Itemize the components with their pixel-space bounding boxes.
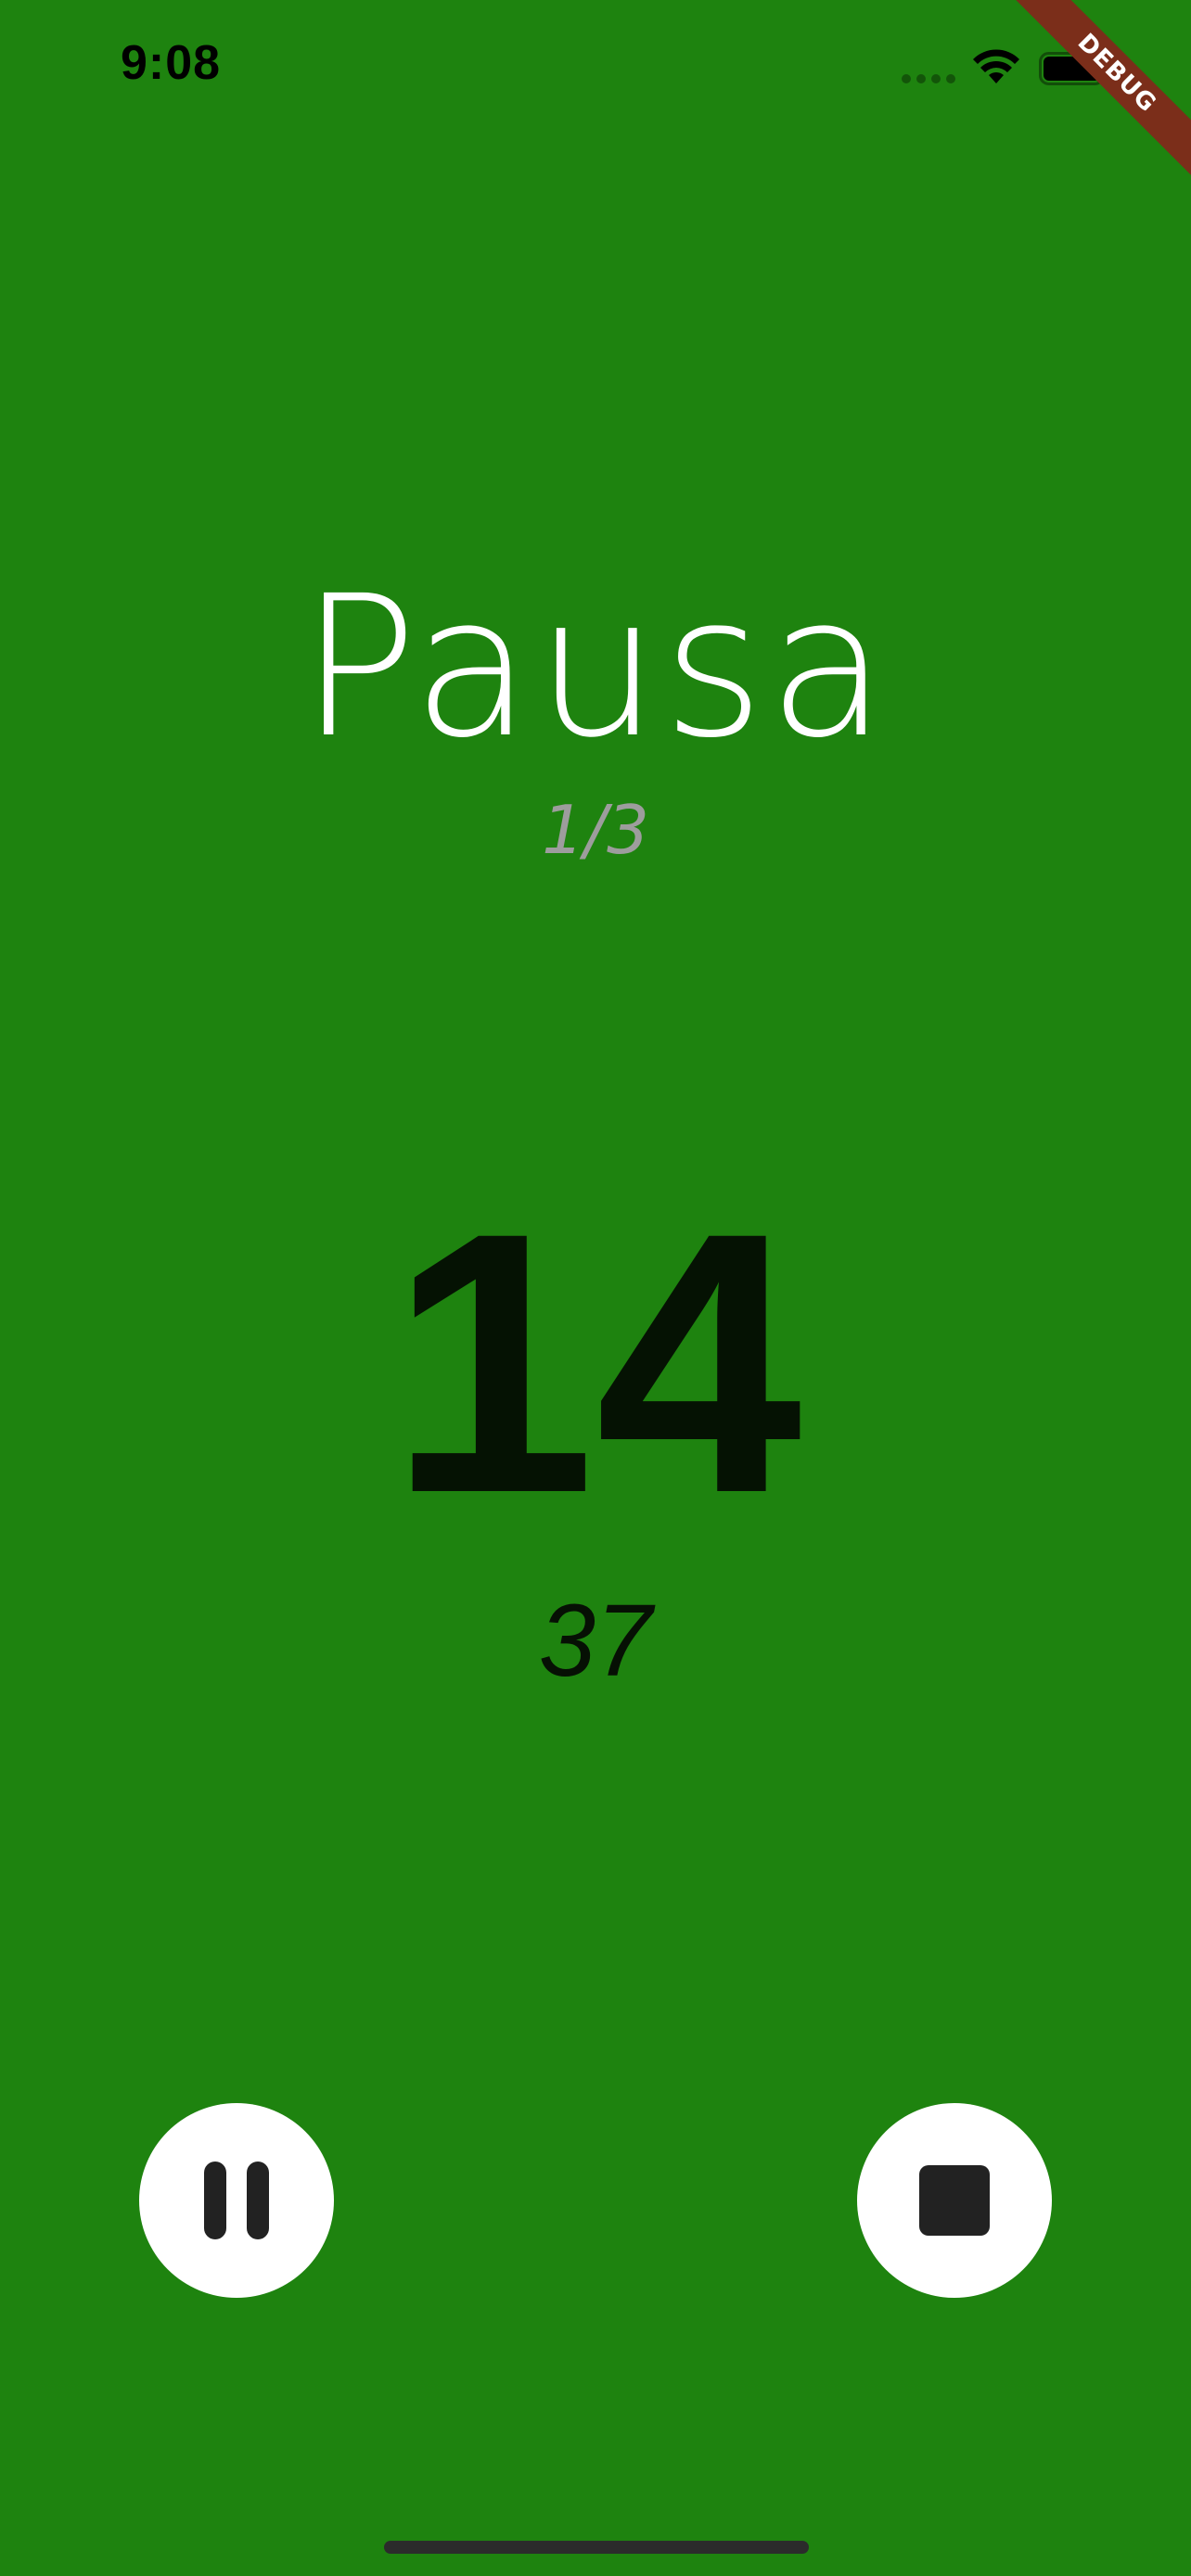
round-counter: 1/3	[542, 791, 649, 869]
stop-button[interactable]	[857, 2103, 1052, 2298]
phase-title: Pausa	[300, 554, 891, 781]
total-seconds: 37	[538, 1584, 653, 1698]
countdown-seconds: 14	[389, 1155, 802, 1570]
status-time: 9:08	[121, 36, 222, 90]
debug-banner-label: DEBUG	[1005, 0, 1191, 185]
pause-button[interactable]	[139, 2103, 334, 2298]
pause-icon	[204, 2162, 269, 2239]
cellular-signal-icon	[902, 74, 955, 83]
home-indicator[interactable]	[384, 2541, 809, 2554]
stop-icon	[919, 2165, 990, 2236]
debug-banner: DEBUG	[987, 0, 1191, 204]
